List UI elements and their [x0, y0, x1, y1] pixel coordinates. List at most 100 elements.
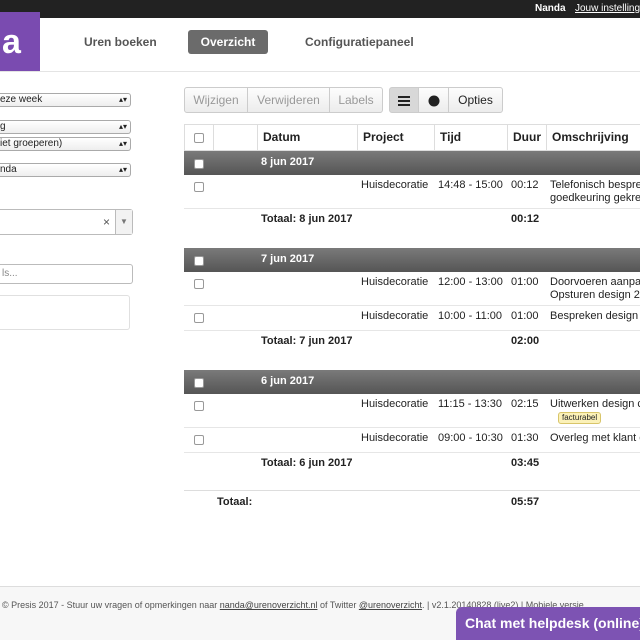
row-duur: 00:12	[511, 179, 539, 191]
grand-total-value: 05:57	[511, 496, 540, 508]
row-omschrijving-line: Uitwerken design c	[550, 398, 640, 410]
group-total-row: Totaal: 6 jun 2017 03:45	[184, 453, 640, 477]
row-project: Huisdecoratie	[361, 310, 429, 322]
table-row[interactable]: Huisdecoratie 11:15 - 13:30 02:15 Uitwer…	[184, 394, 640, 428]
footer-copyright: © Presis 2017 - Stuur uw vragen of opmer…	[2, 600, 218, 610]
select-all-cell	[185, 125, 213, 150]
header-spacer	[213, 125, 257, 150]
group-select-primary[interactable]: g ▴▾	[0, 120, 131, 134]
group-select-primary-value: g	[0, 121, 6, 132]
chevron-down-icon[interactable]: ▼	[115, 210, 132, 234]
group-select-secondary[interactable]: iet groeperen) ▴▾	[0, 137, 131, 151]
row-duur: 01:00	[511, 310, 539, 322]
group-total-label: Totaal: 7 jun 2017	[261, 335, 353, 347]
chat-helpdesk-button[interactable]: Chat met helpdesk (online)	[456, 607, 640, 640]
footer-twitter-link[interactable]: @urenoverzicht	[359, 600, 422, 610]
group-checkbox[interactable]	[194, 256, 204, 266]
row-checkbox[interactable]	[194, 279, 204, 289]
group-checkbox[interactable]	[194, 378, 204, 388]
group-total-label: Totaal: 8 jun 2017	[261, 213, 353, 225]
select-all-checkbox[interactable]	[194, 132, 204, 143]
table-row[interactable]: Huisdecoratie 09:00 - 10:30 01:30 Overle…	[184, 428, 640, 453]
header-project[interactable]: Project	[357, 125, 434, 150]
project-combobox[interactable]: × ▼	[0, 209, 133, 235]
nav-overzicht[interactable]: Overzicht	[188, 30, 268, 54]
row-duur: 02:15	[511, 398, 539, 410]
edit-button[interactable]: Wijzigen	[184, 87, 248, 113]
list-view-button[interactable]	[389, 87, 419, 113]
group-select-secondary-value: iet groeperen)	[0, 138, 63, 149]
current-user-name: Nanda	[535, 3, 566, 14]
date-group-header: 7 jun 2017	[184, 248, 640, 272]
list-icon	[398, 95, 410, 106]
group-checkbox[interactable]	[194, 159, 204, 169]
header-divider	[0, 71, 640, 72]
row-omschrijving: Bespreken design	[550, 310, 639, 322]
row-tijd: 10:00 - 11:00	[438, 310, 503, 322]
grand-total-row: Totaal: 05:57	[184, 490, 640, 514]
options-button[interactable]: Opties	[448, 87, 503, 113]
group-total-value: 02:00	[511, 335, 540, 347]
row-omschrijving-line: Opsturen design 2	[550, 289, 640, 301]
table-header: Datum Project Tijd Duur Omschrijving	[184, 124, 640, 151]
row-checkbox[interactable]	[194, 313, 204, 323]
row-omschrijving: Telefonisch bespre goedkeuring gekre	[550, 179, 640, 205]
row-tijd: 09:00 - 10:30	[438, 432, 503, 444]
app-logo[interactable]: a	[0, 12, 40, 72]
group-date: 8 jun 2017	[261, 156, 315, 168]
header-tijd[interactable]: Tijd	[434, 125, 507, 150]
row-project: Huisdecoratie	[361, 179, 429, 191]
row-duur: 01:00	[511, 276, 539, 288]
period-select[interactable]: eze week ▴▾	[0, 93, 131, 107]
row-checkbox[interactable]	[194, 182, 204, 192]
group-total-row: Totaal: 8 jun 2017 00:12	[184, 209, 640, 233]
footer-twitter-text: of Twitter	[319, 600, 357, 610]
group-total-value: 03:45	[511, 457, 540, 469]
clear-icon[interactable]: ×	[103, 215, 110, 229]
date-group-header: 8 jun 2017	[184, 151, 640, 175]
facturabel-badge: facturabel	[558, 412, 602, 424]
row-project: Huisdecoratie	[361, 398, 429, 410]
select-arrows-icon: ▴▾	[118, 95, 127, 104]
select-arrows-icon: ▴▾	[118, 139, 127, 148]
footer-email-link[interactable]: nanda@urenoverzicht.nl	[220, 600, 318, 610]
group-total-label: Totaal: 6 jun 2017	[261, 457, 353, 469]
delete-button[interactable]: Verwijderen	[247, 87, 330, 113]
group-date: 6 jun 2017	[261, 375, 315, 387]
table-row[interactable]: Huisdecoratie 12:00 - 13:00 01:00 Doorvo…	[184, 272, 640, 306]
table-row[interactable]: Huisdecoratie 14:48 - 15:00 00:12 Telefo…	[184, 175, 640, 209]
group-total-row: Totaal: 7 jun 2017 02:00	[184, 331, 640, 355]
row-tijd: 14:48 - 15:00	[438, 179, 503, 191]
row-duur: 01:30	[511, 432, 539, 444]
settings-link[interactable]: Jouw instellingen	[575, 3, 640, 14]
row-omschrijving-line: Telefonisch bespre	[550, 179, 640, 191]
time-entries-table: Datum Project Tijd Duur Omschrijving	[184, 124, 640, 151]
chart-view-button[interactable]	[418, 87, 449, 113]
user-select[interactable]: nda ▴▾	[0, 163, 131, 177]
row-checkbox[interactable]	[194, 435, 204, 445]
table-row[interactable]: Huisdecoratie 10:00 - 11:00 01:00 Bespre…	[184, 306, 640, 331]
row-omschrijving: Uitwerken design c facturabel	[550, 398, 640, 424]
label-filter-box[interactable]	[0, 295, 130, 330]
row-project: Huisdecoratie	[361, 276, 429, 288]
group-total-value: 00:12	[511, 213, 540, 225]
grand-total-label: Totaal:	[217, 496, 253, 508]
row-project: Huisdecoratie	[361, 432, 429, 444]
header-datum[interactable]: Datum	[257, 125, 357, 150]
nav-uren-boeken[interactable]: Uren boeken	[84, 30, 157, 54]
row-checkbox[interactable]	[194, 401, 204, 411]
header-omschrijving[interactable]: Omschrijving	[546, 125, 640, 150]
row-omschrijving: Overleg met klant c	[550, 432, 640, 444]
period-select-value: eze week	[0, 94, 43, 105]
row-omschrijving: Doorvoeren aanpa Opsturen design 2	[550, 276, 640, 302]
row-omschrijving-line: Doorvoeren aanpa	[550, 276, 640, 288]
labels-button[interactable]: Labels	[329, 87, 383, 113]
description-search-input[interactable]: ls...	[0, 264, 133, 284]
row-omschrijving-line: goedkeuring gekre	[550, 192, 640, 204]
select-arrows-icon: ▴▾	[118, 122, 127, 131]
nav-configuratiepaneel[interactable]: Configuratiepaneel	[305, 30, 414, 54]
row-tijd: 11:15 - 13:30	[438, 398, 503, 410]
circle-icon	[428, 95, 439, 107]
header-duur[interactable]: Duur	[507, 125, 546, 150]
select-arrows-icon: ▴▾	[118, 165, 127, 174]
